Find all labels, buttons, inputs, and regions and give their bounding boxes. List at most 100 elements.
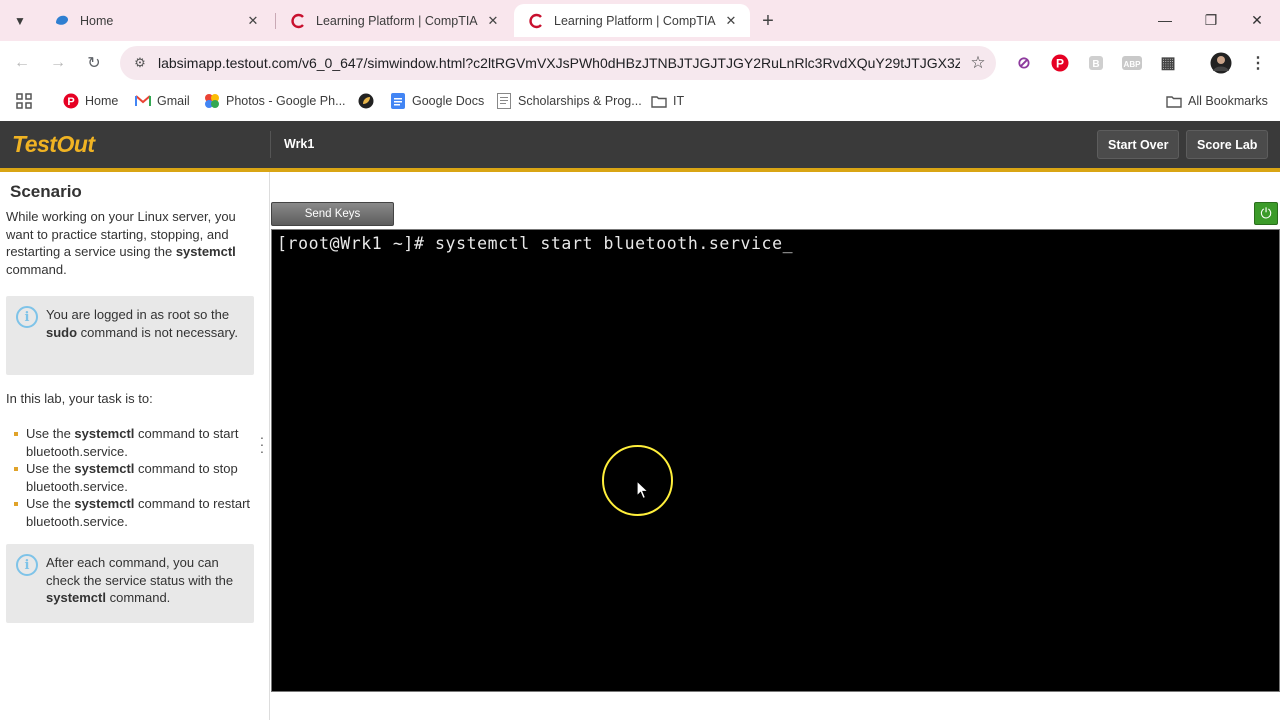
bookmark-label: Scholarships & Prog... xyxy=(518,94,642,108)
close-window-button[interactable]: ✕ xyxy=(1243,8,1271,32)
tab-title: Home xyxy=(80,13,114,28)
task-intro: In this lab, your task is to: xyxy=(6,391,153,406)
folder-icon xyxy=(651,93,667,109)
task-text: Use the xyxy=(26,496,75,511)
reload-button[interactable]: ↻ xyxy=(82,51,106,75)
gmail-icon xyxy=(135,93,151,109)
machine-name: Wrk1 xyxy=(284,137,315,151)
bookmark-label: All Bookmarks xyxy=(1188,94,1268,108)
task-item: Use the systemctl command to stop blueto… xyxy=(14,460,254,495)
profile-avatar[interactable] xyxy=(1210,52,1232,74)
bookmark-scholarships[interactable]: Scholarships & Prog... xyxy=(496,91,642,111)
task-item: Use the systemctl command to start bluet… xyxy=(14,425,254,460)
terminal-command-line: [root@Wrk1 ~]# systemctl start bluetooth… xyxy=(277,234,794,253)
restore-button[interactable]: ❐ xyxy=(1197,8,1225,32)
leaf-icon xyxy=(358,93,374,109)
arrow-left-icon: ← xyxy=(14,54,30,71)
grammar-extension-icon[interactable]: B xyxy=(1085,52,1107,74)
bookmark-label: Home xyxy=(85,94,119,108)
tab-learning-platform-2[interactable]: Learning Platform | CompTIA ✕ xyxy=(514,4,750,37)
start-over-button[interactable]: Start Over xyxy=(1097,130,1180,159)
bookmarks-bar: P Home Gmail Photos - Google Ph... Googl… xyxy=(0,85,1280,115)
new-tab-button[interactable]: + xyxy=(756,9,780,33)
browser-menu-icon[interactable]: ⋮ xyxy=(1247,52,1269,74)
task-text: Use the xyxy=(26,426,75,441)
scenario-sidebar[interactable]: Scenario While working on your Linux ser… xyxy=(0,172,270,720)
header-divider xyxy=(270,131,271,158)
plus-icon: + xyxy=(762,9,774,32)
docs-icon xyxy=(390,93,406,109)
note-text: You are logged in as root so the sudo co… xyxy=(46,306,244,341)
apps-grid-icon[interactable] xyxy=(16,91,32,111)
browser-tab-bar: ▼ Home ✕ Learning Platform | CompTIA ✕ L… xyxy=(0,0,1280,41)
svg-text:ABP: ABP xyxy=(1124,60,1142,69)
note-text-part: command is not necessary. xyxy=(77,324,238,340)
tab-search-button[interactable]: ▼ xyxy=(8,9,32,33)
bookmark-home[interactable]: P Home xyxy=(63,91,118,111)
pinterest-icon: P xyxy=(63,93,79,109)
power-icon: ⏻ xyxy=(1260,205,1272,221)
all-bookmarks[interactable]: All Bookmarks xyxy=(1166,91,1268,111)
command-text: systemctl xyxy=(74,496,135,511)
close-icon[interactable]: ✕ xyxy=(722,12,740,30)
address-bar[interactable]: ⚙ labsimapp.testout.com/v6_0_647/simwind… xyxy=(120,46,996,80)
command-text: systemctl xyxy=(46,590,106,605)
send-keys-button[interactable]: Send Keys xyxy=(271,202,394,226)
bookmark-label: IT xyxy=(673,94,685,108)
power-button[interactable]: ⏻ xyxy=(1254,202,1278,225)
tab-learning-platform-1[interactable]: Learning Platform | CompTIA ✕ xyxy=(276,4,512,37)
command-text: systemctl xyxy=(175,244,236,259)
close-icon[interactable]: ✕ xyxy=(244,12,262,30)
bookmark-photos[interactable]: Photos - Google Ph... xyxy=(204,91,346,111)
document-icon xyxy=(496,93,512,109)
bookmark-label: Google Docs xyxy=(412,94,485,108)
bookmark-label: Photos - Google Ph... xyxy=(226,94,346,108)
close-icon[interactable]: ✕ xyxy=(484,12,502,30)
command-text: systemctl xyxy=(74,426,135,441)
adblock-extension-icon[interactable]: ABP xyxy=(1121,52,1143,74)
block-extension-icon[interactable]: ⊘ xyxy=(1013,52,1035,74)
pinterest-extension-icon[interactable]: P xyxy=(1049,52,1071,74)
tab-title: Learning Platform | CompTIA xyxy=(554,13,716,28)
home-tab-favicon-icon xyxy=(54,13,70,29)
bookmark-it-folder[interactable]: IT xyxy=(651,91,684,111)
info-icon: i xyxy=(16,306,38,328)
folder-icon xyxy=(1166,93,1182,109)
tab-home[interactable]: Home ✕ xyxy=(40,4,272,37)
scenario-intro: While working on your Linux server, you … xyxy=(6,208,260,278)
sidebar-resize-handle[interactable]: · · · xyxy=(256,430,268,458)
extensions-puzzle-icon[interactable]: ▦ xyxy=(1157,52,1179,74)
note-text: After each command, you can check the se… xyxy=(46,554,244,607)
task-text: Use the xyxy=(26,461,75,476)
minimize-icon: — xyxy=(1158,12,1172,28)
arrow-right-icon: → xyxy=(50,54,66,71)
info-note-status: i After each command, you can check the … xyxy=(6,544,254,623)
forward-button[interactable]: → xyxy=(46,51,70,75)
info-note-root: i You are logged in as root so the sudo … xyxy=(6,296,254,375)
lab-footer xyxy=(271,692,1280,720)
mouse-pointer-icon xyxy=(636,480,650,500)
terminal-console[interactable]: [root@Wrk1 ~]# systemctl start bluetooth… xyxy=(271,229,1280,692)
score-lab-button[interactable]: Score Lab xyxy=(1186,130,1269,159)
bookmark-gmail[interactable]: Gmail xyxy=(135,91,190,111)
task-list: Use the systemctl command to start bluet… xyxy=(14,425,254,530)
reload-icon: ↻ xyxy=(87,55,101,72)
comptia-favicon-icon xyxy=(290,13,306,29)
bookmark-leaf[interactable] xyxy=(358,91,380,111)
testout-logo: TestOut xyxy=(12,131,95,157)
tab-title: Learning Platform | CompTIA xyxy=(316,13,478,28)
bookmark-star-icon[interactable]: ☆ xyxy=(960,53,996,73)
url-text[interactable]: labsimapp.testout.com/v6_0_647/simwindow… xyxy=(156,55,960,71)
site-info-icon[interactable]: ⚙ xyxy=(124,55,156,71)
command-text: sudo xyxy=(46,324,78,340)
back-button[interactable]: ← xyxy=(10,51,34,75)
restore-icon: ❐ xyxy=(1204,11,1218,28)
minimize-button[interactable]: — xyxy=(1151,8,1179,32)
bookmark-label: Gmail xyxy=(157,94,190,108)
photos-icon xyxy=(204,93,220,109)
bookmark-google-docs[interactable]: Google Docs xyxy=(390,91,484,111)
chevron-down-icon: ▼ xyxy=(14,14,26,28)
browser-toolbar: ← → ↻ ⚙ labsimapp.testout.com/v6_0_647/s… xyxy=(0,41,1280,85)
svg-text:P: P xyxy=(1056,57,1064,71)
app-header: TestOut Wrk1 Start Over Score Lab xyxy=(0,121,1280,172)
